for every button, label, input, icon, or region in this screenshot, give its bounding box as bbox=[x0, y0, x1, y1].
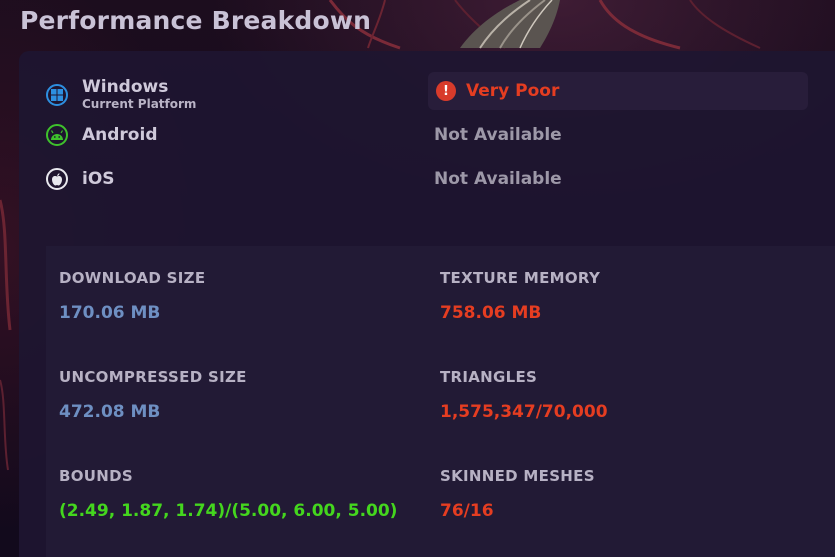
status-text-windows: Very Poor bbox=[466, 81, 560, 101]
platform-subtitle: Current Platform bbox=[82, 97, 197, 111]
platform-row-android: Android bbox=[46, 124, 158, 146]
stat-value-bounds: (2.49, 1.87, 1.74)/(5.00, 6.00, 5.00) bbox=[59, 501, 398, 521]
android-icon bbox=[46, 124, 68, 146]
stat-value-uncompressed-size: 472.08 MB bbox=[59, 402, 161, 422]
platform-row-windows: Windows Current Platform bbox=[46, 78, 196, 111]
stat-label-skinned-meshes: SKINNED MESHES bbox=[440, 467, 595, 485]
stat-label-download-size: DOWNLOAD SIZE bbox=[59, 269, 206, 287]
platform-name: Android bbox=[82, 124, 158, 145]
stat-value-texture-memory: 758.06 MB bbox=[440, 303, 542, 323]
stat-label-triangles: TRIANGLES bbox=[440, 368, 538, 386]
status-badge-windows: ! Very Poor bbox=[428, 72, 808, 110]
platform-row-ios: iOS bbox=[46, 168, 115, 190]
warning-icon: ! bbox=[436, 81, 456, 101]
stat-value-triangles: 1,575,347/70,000 bbox=[440, 402, 608, 422]
windows-icon bbox=[46, 83, 68, 106]
status-text-android: Not Available bbox=[434, 125, 562, 145]
stats-grid: DOWNLOAD SIZE 170.06 MB TEXTURE MEMORY 7… bbox=[46, 246, 835, 557]
platform-text-windows: Windows Current Platform bbox=[82, 77, 197, 112]
platform-name: iOS bbox=[82, 168, 115, 189]
page-title: Performance Breakdown bbox=[20, 6, 372, 35]
apple-icon bbox=[46, 168, 68, 190]
stat-value-download-size: 170.06 MB bbox=[59, 303, 161, 323]
stat-label-texture-memory: TEXTURE MEMORY bbox=[440, 269, 601, 287]
stat-value-skinned-meshes: 76/16 bbox=[440, 501, 494, 521]
stat-label-uncompressed-size: UNCOMPRESSED SIZE bbox=[59, 368, 247, 386]
platform-name: Windows bbox=[82, 77, 169, 97]
status-text-ios: Not Available bbox=[434, 169, 562, 189]
stat-label-bounds: BOUNDS bbox=[59, 467, 133, 485]
performance-panel: Windows Current Platform ! Very Poor And… bbox=[19, 51, 835, 557]
